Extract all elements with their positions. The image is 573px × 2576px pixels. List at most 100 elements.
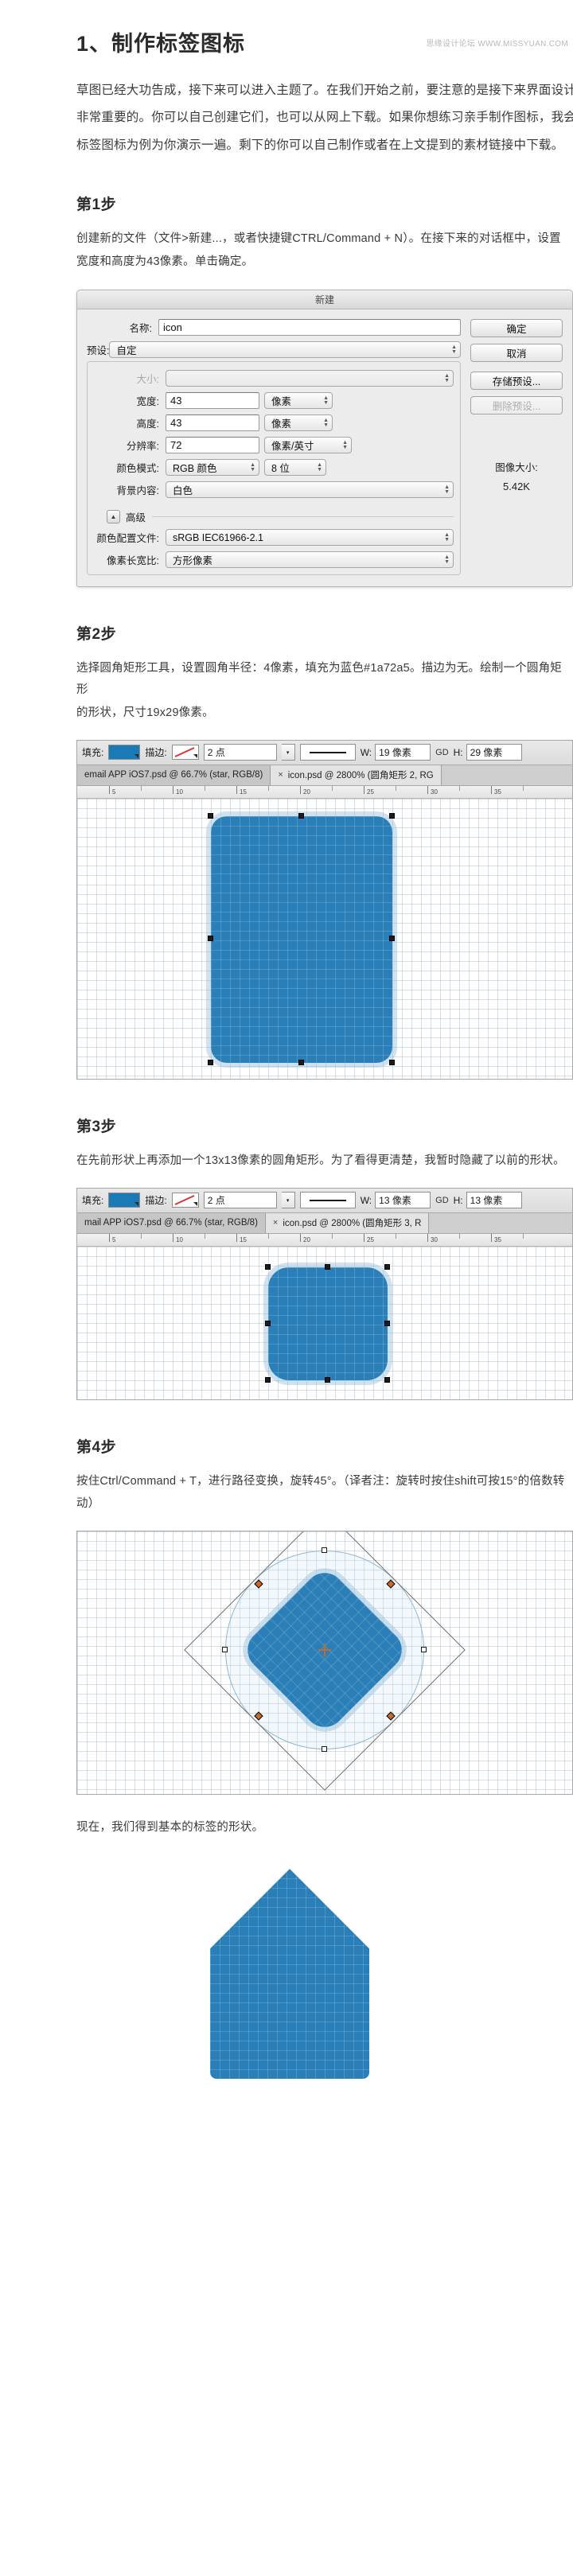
canvas-step3[interactable] <box>77 1246 572 1399</box>
stepper-icon: ▲ ▼ <box>317 462 322 473</box>
chevron-down-icon[interactable]: ▾ <box>281 1192 295 1209</box>
image-size-value: 5.42K <box>503 481 530 493</box>
width-unit-value: 像素 <box>271 396 292 408</box>
height-readout: H: 13 像素 <box>454 1192 522 1209</box>
width-label: 宽度: <box>136 396 159 408</box>
document-tab-active[interactable]: × icon.psd @ 2800% (圆角矩形 2, RG <box>271 765 442 785</box>
w-input[interactable]: 13 像素 <box>375 1192 431 1209</box>
delete-preset-button[interactable]: 删除预设... <box>470 396 563 415</box>
canvas-panel-result <box>76 1854 573 2094</box>
ruler-tick: 10 <box>176 1235 183 1243</box>
stroke-label: 描边: <box>145 747 167 759</box>
h-input[interactable]: 29 像素 <box>466 744 522 761</box>
canvas-panel-step4 <box>76 1531 573 1796</box>
save-preset-button[interactable]: 存储预设... <box>470 372 563 391</box>
ruler-tick: 10 <box>176 788 183 796</box>
background-select[interactable]: 白色 ▲ ▼ <box>166 481 454 499</box>
colordepth-select[interactable]: 8 位 ▲ ▼ <box>264 459 326 477</box>
horizontal-ruler: 5 10 15 20 25 30 35 <box>77 1233 572 1247</box>
width-readout: W: 19 像素 <box>361 744 431 761</box>
tab-label: icon.psd @ 2800% (圆角矩形 2, RG <box>287 771 434 781</box>
ruler-tick: 15 <box>240 788 247 796</box>
colormode-select[interactable]: RGB 颜色 ▲ ▼ <box>166 459 259 477</box>
tutorial-page: 1、制作标签图标 草图已经大功告成，接下来可以进入主题了。在我们开始之前，要注意… <box>0 30 573 2094</box>
canvas-step2[interactable] <box>77 798 572 1079</box>
colorprofile-select[interactable]: sRGB IEC61966-2.1 ▲ ▼ <box>166 529 454 547</box>
intro-line-3: 标签图标为例为你演示一遍。剩下的你可以自己制作或者在上文提到的素材链接中下载。 <box>76 138 564 152</box>
step2-desc-line-1: 选择圆角矩形工具，设置圆角半径：4像素，填充为蓝色#1a72a5。描边为无。绘制… <box>76 662 563 697</box>
ruler-tick: 20 <box>303 1235 310 1243</box>
cancel-button[interactable]: 取消 <box>470 344 563 363</box>
stroke-style-select[interactable] <box>299 744 356 761</box>
tab-label: icon.psd @ 2800% (圆角矩形 3, R <box>283 1219 422 1229</box>
ruler-tick: 5 <box>112 788 116 796</box>
ruler-tick: 5 <box>112 1235 116 1243</box>
dialog-titlebar: 新建 <box>77 290 572 310</box>
h-label: H: <box>453 746 463 758</box>
canvas-result[interactable] <box>76 1854 573 2094</box>
link-icon[interactable]: GD <box>435 1196 449 1205</box>
colorprofile-row: 颜色配置文件: sRGB IEC61966-2.1 ▲ ▼ <box>94 529 454 547</box>
colormode-row: 颜色模式: RGB 颜色 ▲ ▼ 8 位 ▲ ▼ <box>94 459 454 477</box>
stroke-weight-input[interactable]: 2 点 <box>203 744 277 761</box>
close-icon[interactable]: × <box>273 1218 278 1228</box>
height-readout: H: 29 像素 <box>454 744 522 761</box>
stroke-label: 描边: <box>145 1195 167 1207</box>
step4-title: 第4步 <box>76 1438 117 1456</box>
stroke-none-swatch[interactable] <box>171 745 199 761</box>
link-icon[interactable]: GD <box>435 748 449 757</box>
ok-button[interactable]: 确定 <box>470 319 563 338</box>
step2-title: 第2步 <box>76 626 117 644</box>
width-input[interactable]: 43 <box>166 392 259 410</box>
fill-color-swatch[interactable] <box>108 745 141 761</box>
colorprofile-value: sRGB IEC61966-2.1 <box>173 531 263 543</box>
background-row: 背景内容: 白色 ▲ ▼ <box>94 481 454 499</box>
horizontal-ruler: 5 10 15 20 25 30 35 <box>77 785 572 799</box>
height-row: 高度: 43 像素 ▲ ▼ <box>94 414 454 432</box>
chevron-down-icon[interactable]: ▾ <box>281 744 295 761</box>
width-row: 宽度: 43 像素 ▲ ▼ <box>94 392 454 410</box>
w-label: W: <box>360 746 372 758</box>
name-row: 名称: icon <box>87 319 461 337</box>
document-tab[interactable]: email APP iOS7.psd @ 66.7% (star, RGB/8) <box>77 765 271 785</box>
stroke-style-select[interactable] <box>299 1192 356 1209</box>
canvas-step4[interactable] <box>77 1531 572 1795</box>
canvas-panel-step3: 5 10 15 20 25 30 35 <box>76 1233 573 1400</box>
stepper-icon: ▲ ▼ <box>250 462 255 473</box>
width-unit-select[interactable]: 像素 ▲ ▼ <box>264 392 333 410</box>
colormode-label: 颜色模式: <box>116 463 159 475</box>
stepper-icon: ▲ ▼ <box>323 395 329 407</box>
rounded-rect-shape <box>268 1267 388 1380</box>
preset-select[interactable]: 自定 ▲ ▼ <box>109 341 461 359</box>
stroke-weight-input[interactable]: 2 点 <box>203 1192 277 1209</box>
resolution-unit-select[interactable]: 像素/英寸 ▲ ▼ <box>264 437 352 454</box>
resolution-unit-value: 像素/英寸 <box>271 441 314 453</box>
intro-line-1: 草图已经大功告成，接下来可以进入主题了。在我们开始之前，要注意的是接下来界面设计… <box>76 84 573 98</box>
size-row: 大小: ▲ ▼ <box>94 370 454 387</box>
advanced-section-header[interactable]: ▲ 高级 <box>107 509 454 524</box>
preset-group: 大小: ▲ ▼ 宽度: 43 像素 ▲ ▼ 高度: 43 像素 ▲ ▼ 分辨率:… <box>87 361 461 576</box>
h-input[interactable]: 13 像素 <box>466 1192 522 1209</box>
stepper-icon: ▲ ▼ <box>444 484 450 496</box>
disclosure-triangle-icon[interactable]: ▲ <box>107 510 120 524</box>
document-tab-active[interactable]: × icon.psd @ 2800% (圆角矩形 3, R <box>265 1212 430 1233</box>
colormode-value: RGB 颜色 <box>173 463 217 475</box>
pixelaspect-row: 像素长宽比: 方形像素 ▲ ▼ <box>94 551 454 569</box>
background-label: 背景内容: <box>116 485 159 497</box>
document-tab[interactable]: mail APP iOS7.psd @ 66.7% (star, RGB/8) <box>77 1212 266 1233</box>
stroke-none-swatch[interactable] <box>171 1193 199 1208</box>
height-unit-select[interactable]: 像素 ▲ ▼ <box>264 414 333 432</box>
size-select[interactable]: ▲ ▼ <box>166 370 454 387</box>
fill-color-swatch[interactable] <box>108 1193 141 1208</box>
step4-desc-line-1: 按住Ctrl/Command + T，进行路径变换，旋转45°。（译者注：旋转时… <box>76 1474 565 1488</box>
w-input[interactable]: 19 像素 <box>375 744 431 761</box>
resolution-input[interactable]: 72 <box>166 437 259 454</box>
resolution-row: 分辨率: 72 像素/英寸 ▲ ▼ <box>94 437 454 454</box>
stepper-icon: ▲ ▼ <box>444 532 450 543</box>
height-input[interactable]: 43 <box>166 414 259 432</box>
step1-desc-line-1: 创建新的文件（文件>新建...，或者快捷键CTRL/Command + N）。在… <box>76 232 561 245</box>
resolution-label: 分辨率: <box>127 441 159 453</box>
close-icon[interactable]: × <box>278 770 283 780</box>
pixelaspect-select[interactable]: 方形像素 ▲ ▼ <box>166 551 454 569</box>
name-input[interactable]: icon <box>158 319 461 337</box>
